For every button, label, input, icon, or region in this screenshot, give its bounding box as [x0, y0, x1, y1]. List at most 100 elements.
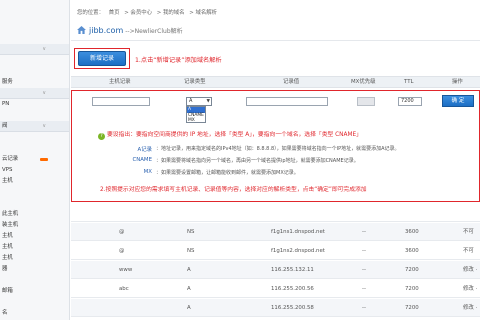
sidebar-item[interactable] — [0, 297, 69, 308]
domain-subtitle: -->NewlierClub解析 — [125, 28, 183, 35]
sidebar-item[interactable]: 装主机 — [0, 220, 69, 231]
th-host: 主机记录 — [109, 79, 131, 85]
sidebar-item[interactable]: 器 — [0, 264, 69, 275]
sidebar-item[interactable] — [0, 33, 69, 44]
cell-ttl: 7200 — [405, 305, 419, 311]
cell-mx: -- — [362, 267, 366, 273]
record-type-select[interactable]: A ▼ — [186, 97, 212, 106]
cell-ttl: 7200 — [405, 286, 419, 292]
cell-type: A — [187, 267, 191, 273]
cell-value: 116.255.132.11 — [271, 267, 314, 273]
sidebar-item[interactable]: 主机 — [0, 242, 69, 253]
sidebar-item-label: 邮箱 — [2, 288, 13, 294]
sidebar-item-label: VPS — [2, 167, 13, 173]
sidebar-item[interactable] — [0, 0, 69, 11]
th-action: 操作 — [452, 79, 463, 85]
table-row: @ NS f1g1ns1.dnspod.net -- 3600 不可 — [71, 223, 480, 241]
mx-priority-input[interactable] — [357, 97, 375, 106]
sidebar-item[interactable]: 阀 ∨ — [0, 121, 69, 132]
cell-action[interactable]: 不可 — [463, 223, 474, 241]
sidebar-item-label: 装主机 — [2, 222, 19, 228]
cell-host: @ — [119, 229, 125, 235]
sidebar-item[interactable] — [0, 110, 69, 121]
hint-text-a: ：地址记录，用来指定域名的IPv4地址（如：8.8.8.8），如果需要将域名指向… — [156, 146, 400, 152]
table-row: A 116.255.200.58 -- 7200 修改 · — [71, 299, 480, 317]
th-value: 记录值 — [283, 79, 300, 85]
sidebar: ∨ 服务 ∨ PN 阀 ∨ 云记录 VPS 主机 此主机 装主机 主机 主机 主机器邮箱名 — [0, 0, 70, 320]
table-row: www A 116.255.132.11 -- 7200 修改 · — [71, 261, 480, 279]
cell-action[interactable]: 不可 — [463, 242, 474, 260]
record-type-value: A — [189, 98, 193, 104]
confirm-button[interactable]: 确 定 — [442, 95, 474, 107]
sidebar-item-label: 服务 — [2, 79, 13, 85]
sidebar-item[interactable]: VPS — [0, 165, 69, 176]
breadcrumb-my-domains-link[interactable]: > 我的域名 — [157, 10, 185, 16]
cell-mx: -- — [362, 305, 366, 311]
cell-value: f1g1ns1.dnspod.net — [271, 229, 325, 235]
title-divider — [71, 40, 480, 41]
chevron-down-icon: ∨ — [42, 90, 46, 96]
tip-line: ? 要设指出：要指向空间商提供的 IP 地址，选择「类型 A」，要指向一个域名，选… — [98, 129, 362, 140]
dropdown-option-mx[interactable]: MX — [187, 118, 205, 124]
cell-action[interactable]: 修改 · — [463, 261, 477, 279]
sidebar-item[interactable]: 云记录 — [0, 154, 69, 165]
sidebar-item-label: 云记录 — [2, 156, 19, 162]
main-panel: 您的位置： 首页 > 会员中心 > 我的域名 > 域名解析 jibb.com --… — [71, 0, 480, 320]
sidebar-item[interactable]: 主机 — [0, 176, 69, 187]
breadcrumb-member-center-link[interactable]: > 会员中心 — [124, 10, 152, 16]
add-record-form: A ▼ A CNAME MX 7200 确 定 ? 要设指出：要指向空间商提供的 … — [71, 90, 480, 202]
th-ttl: TTL — [404, 79, 414, 85]
record-value-input[interactable] — [246, 97, 328, 106]
sidebar-item[interactable] — [0, 143, 69, 154]
sidebar-item-label: 主机 — [2, 178, 13, 184]
add-record-button[interactable]: 新增记录 — [78, 51, 126, 66]
host-input[interactable] — [92, 97, 150, 106]
table-row: abc A 116.255.200.56 -- 7200 修改 · — [71, 280, 480, 298]
sidebar-item-label: 此主机 — [2, 211, 19, 217]
sidebar-item[interactable]: 邮箱 — [0, 286, 69, 297]
sidebar-item[interactable] — [0, 11, 69, 22]
sidebar-item[interactable]: 此主机 — [0, 209, 69, 220]
tip-text: 要设指出：要指向空间商提供的 IP 地址，选择「类型 A」，要指向一个域名，选择… — [107, 132, 362, 138]
sidebar-item[interactable]: ∨ — [0, 44, 69, 55]
cell-mx: -- — [362, 248, 366, 254]
cell-host: www — [119, 267, 133, 273]
breadcrumb-dns-current: > 域名解析 — [189, 10, 218, 16]
sidebar-item-label: 主机 — [2, 233, 13, 239]
cell-value: f1g1ns2.dnspod.net — [271, 248, 325, 254]
sidebar-item[interactable] — [0, 55, 69, 66]
sidebar-item[interactable] — [0, 187, 69, 198]
sidebar-item[interactable]: ∨ — [0, 88, 69, 99]
sidebar-item[interactable] — [0, 275, 69, 286]
sidebar-item[interactable] — [0, 132, 69, 143]
chevron-down-icon: ∨ — [42, 46, 46, 52]
sidebar-item[interactable]: PN — [0, 99, 69, 110]
cell-value: 116.255.200.58 — [271, 305, 314, 311]
cell-action[interactable]: 修改 · — [463, 280, 477, 298]
sidebar-item[interactable] — [0, 66, 69, 77]
record-type-dropdown: A CNAME MX — [186, 106, 206, 123]
cell-ttl: 3600 — [405, 248, 419, 254]
page-title: jibb.com -->NewlierClub解析 — [77, 26, 183, 35]
breadcrumb-home-link[interactable]: 首页 — [109, 10, 120, 16]
cell-type: A — [187, 286, 191, 292]
sidebar-item[interactable] — [0, 198, 69, 209]
chevron-down-icon: ∨ — [42, 123, 46, 129]
sidebar-item-label: 阀 — [2, 123, 8, 129]
ttl-input[interactable]: 7200 — [398, 97, 422, 106]
sidebar-item-label: 名 — [2, 310, 8, 316]
table-row: @ NS f1g1ns2.dnspod.net -- 3600 不可 — [71, 242, 480, 260]
cell-ttl: 7200 — [405, 267, 419, 273]
sidebar-item[interactable] — [0, 22, 69, 33]
sidebar-item-label: 主机 — [2, 244, 13, 250]
sidebar-item[interactable]: 主机 — [0, 231, 69, 242]
th-mx: MX优先级 — [351, 79, 376, 85]
sidebar-item[interactable]: 服务 — [0, 77, 69, 88]
sidebar-item[interactable]: 名 — [0, 308, 69, 319]
cell-ttl: 3600 — [405, 229, 419, 235]
sidebar-item-label: 主机 — [2, 255, 13, 261]
annotation-step1: 1.点击“新增记录”添加域名解析 — [135, 57, 222, 64]
cell-action[interactable]: 修改 · — [463, 299, 477, 317]
hint-type-cname: CNAME — [132, 157, 152, 163]
sidebar-item[interactable]: 主机 — [0, 253, 69, 264]
